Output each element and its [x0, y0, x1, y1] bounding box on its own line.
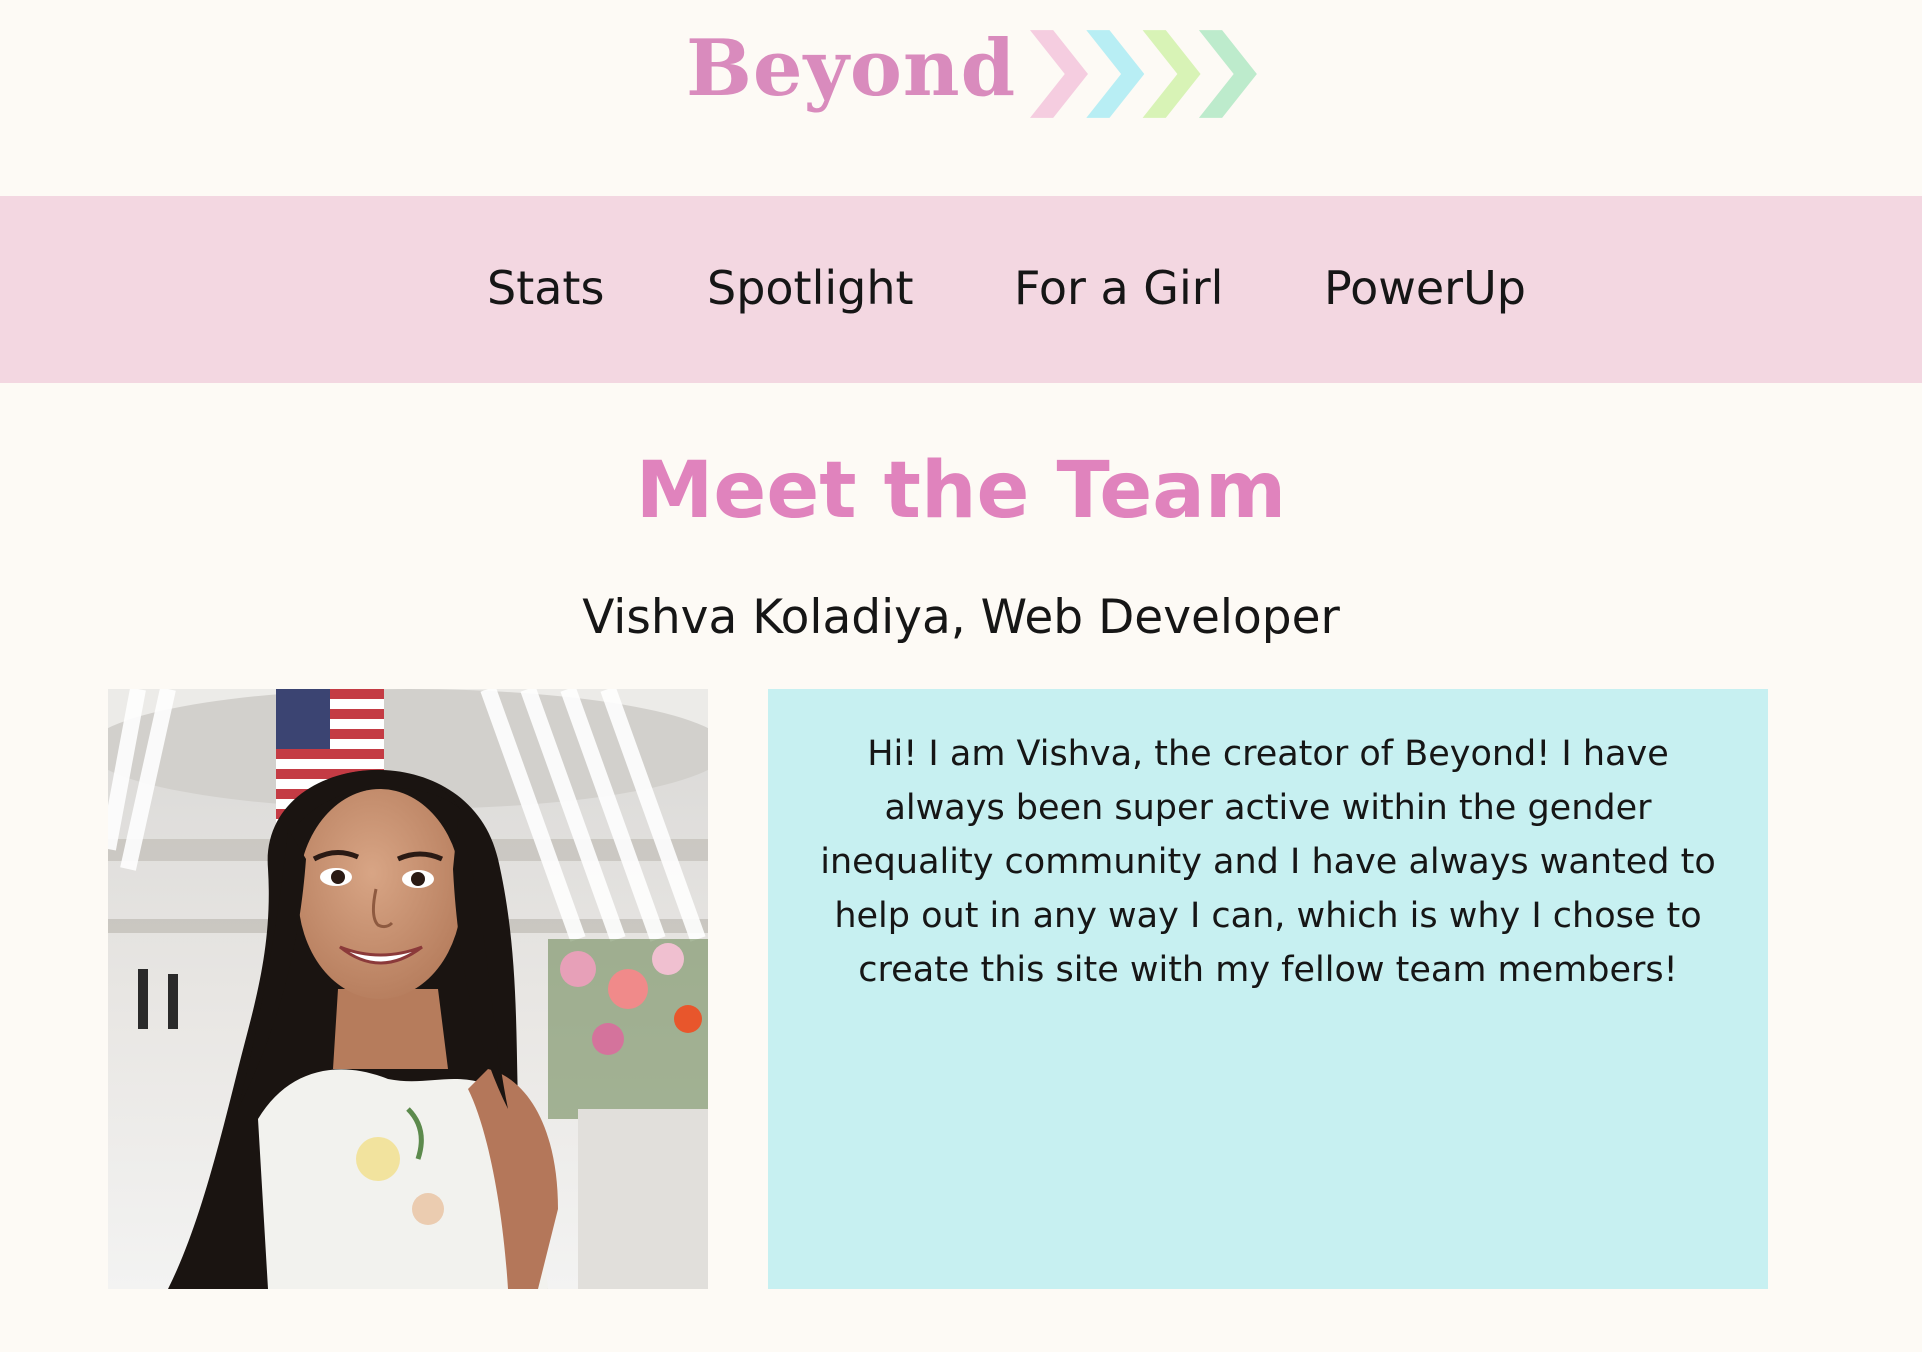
main-nav: Stats Spotlight For a Girl PowerUp	[0, 196, 1922, 383]
nav-item-stats[interactable]: Stats	[487, 260, 604, 316]
nav-item-powerup[interactable]: PowerUp	[1324, 260, 1526, 316]
logo-chevron-2	[1086, 30, 1145, 118]
logo-wordmark: Beyond	[686, 23, 1017, 114]
bio-card: Hi! I am Vishva, the creator of Beyond! …	[768, 689, 1768, 1289]
site-logo[interactable]: Beyond	[686, 14, 1262, 134]
member-name-role: Vishva Koladiya, Web Developer	[582, 590, 1340, 645]
logo-chevron-4	[1199, 30, 1258, 118]
page-title: Meet the Team	[635, 446, 1287, 536]
bio-text: Hi! I am Vishva, the creator of Beyond! …	[820, 734, 1716, 990]
site-header: Beyond	[0, 0, 1922, 196]
nav-item-spotlight[interactable]: Spotlight	[707, 260, 914, 316]
portrait-illustration	[108, 689, 708, 1289]
member-photo	[108, 689, 708, 1289]
logo-chevrons-icon	[1030, 30, 1258, 118]
logo-chevron-1	[1030, 30, 1089, 118]
logo-chevron-3	[1142, 30, 1201, 118]
nav-item-for-a-girl[interactable]: For a Girl	[1014, 260, 1223, 316]
